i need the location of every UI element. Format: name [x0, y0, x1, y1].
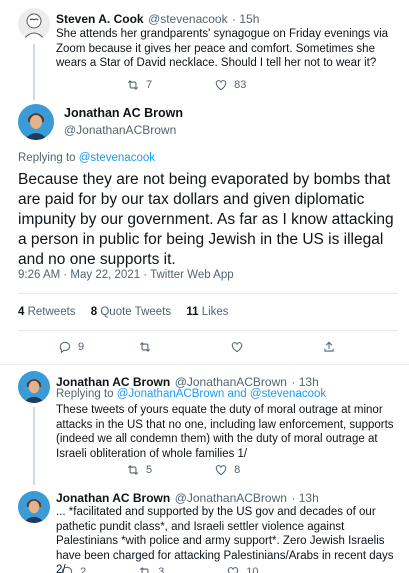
avatar-image: [18, 371, 50, 403]
reply-icon: [59, 341, 71, 354]
author-name[interactable]: Jonathan AC Brown: [56, 491, 170, 505]
reply-button[interactable]: 2: [60, 565, 86, 573]
retweet-count: 3: [158, 566, 165, 573]
reply-button[interactable]: 9: [58, 340, 84, 354]
reply-tweet[interactable]: Jonathan AC Brown @JonathanACBrown · 13h…: [0, 365, 409, 485]
replying-to-link[interactable]: @stevenacook: [79, 152, 155, 164]
retweet-count: 5: [146, 464, 153, 476]
retweets-stat[interactable]: 4 Retweets: [18, 306, 79, 318]
tweet-timestamp[interactable]: 9:26 AM · May 22, 2021 · Twitter Web App: [18, 269, 234, 281]
like-button[interactable]: 10: [226, 565, 259, 573]
thread-line: [33, 44, 35, 100]
retweets-count: 4: [18, 306, 25, 318]
tweet-actions: 2 3 10: [60, 565, 259, 573]
quotes-label: Quote Tweets: [100, 306, 172, 318]
retweet-button[interactable]: 7: [126, 78, 152, 92]
retweet-icon: [140, 567, 149, 573]
replying-to: Replying to @JonathanACBrown and @steven…: [56, 388, 326, 400]
tweet-text: These tweets of yours equate the duty of…: [56, 404, 394, 460]
replying-to-link[interactable]: @JonathanACBrown and @stevenacook: [117, 388, 326, 400]
author-name[interactable]: Jonathan AC Brown: [64, 106, 183, 120]
replying-label: Replying to: [56, 388, 114, 400]
avatar[interactable]: [18, 491, 50, 523]
author-handle[interactable]: @JonathanACBrown: [175, 491, 287, 505]
author-handle[interactable]: @JonathanACBrown: [175, 375, 287, 389]
likes-label: Likes: [201, 306, 229, 318]
like-count: 10: [246, 566, 259, 573]
retweet-count: 7: [146, 79, 153, 91]
heart-icon: [228, 567, 239, 573]
likes-stat[interactable]: 11 Likes: [186, 306, 228, 318]
reply-tweet[interactable]: Jonathan AC Brown @JonathanACBrown · 13h…: [0, 485, 409, 573]
tweet-actions: 5 8: [126, 463, 240, 477]
author-handle[interactable]: @stevenacook: [148, 12, 228, 26]
avatar-image: [18, 8, 50, 40]
avatar[interactable]: [18, 8, 50, 40]
divider: [18, 330, 398, 331]
like-count: 83: [234, 79, 247, 91]
heart-icon: [231, 342, 243, 353]
avatar[interactable]: [18, 371, 50, 403]
like-count: 8: [234, 464, 241, 476]
heart-icon: [215, 80, 227, 91]
divider: [18, 293, 398, 294]
author-name[interactable]: Steven A. Cook: [56, 12, 144, 26]
tweet-actions: 7 83: [126, 78, 246, 92]
replying-label: Replying to: [18, 152, 76, 164]
avatar[interactable]: [18, 104, 54, 140]
tweet-time[interactable]: · 15h: [232, 12, 259, 26]
tweet-text: ... *facilitated and supported by the US…: [56, 506, 394, 573]
retweet-button[interactable]: 3: [138, 565, 164, 573]
tweet-time[interactable]: · 13h: [291, 491, 318, 505]
retweet-icon: [140, 342, 151, 352]
avatar-image: [18, 491, 50, 523]
like-button[interactable]: [230, 340, 244, 354]
tweet-text: She attends her grandparents' synagogue …: [56, 28, 389, 69]
retweet-icon: [127, 80, 139, 90]
tweet-time[interactable]: · 13h: [291, 375, 318, 389]
avatar-image: [18, 104, 54, 140]
quotes-stat[interactable]: 8 Quote Tweets: [91, 306, 175, 318]
retweets-label: Retweets: [27, 306, 76, 318]
like-button[interactable]: 8: [214, 463, 240, 477]
retweet-icon: [127, 465, 139, 475]
retweet-button[interactable]: 5: [126, 463, 152, 477]
author-handle[interactable]: @JonathanACBrown: [64, 123, 183, 137]
quotes-count: 8: [90, 306, 98, 318]
parent-tweet[interactable]: Steven A. Cook @stevenacook · 15h She at…: [0, 0, 409, 100]
reply-count: 9: [78, 341, 85, 353]
replying-to: Replying to @stevenacook: [18, 152, 155, 164]
main-tweet-actions: 9: [58, 340, 336, 354]
reply-icon: [61, 566, 73, 573]
author-name[interactable]: Jonathan AC Brown: [56, 375, 170, 389]
main-tweet: Jonathan AC Brown @JonathanACBrown Reply…: [0, 100, 409, 365]
reply-count: 2: [80, 566, 87, 573]
retweet-button[interactable]: [138, 340, 152, 354]
tweet-stats: 4 Retweets 8 Quote Tweets 11 Likes: [18, 306, 229, 318]
thread-line: [33, 407, 35, 485]
main-tweet-text: Because they are not being evaporated by…: [18, 171, 394, 268]
share-button[interactable]: [322, 340, 336, 354]
like-button[interactable]: 83: [214, 78, 246, 92]
heart-icon: [215, 465, 227, 476]
share-icon: [324, 341, 334, 352]
likes-count: 11: [186, 306, 199, 318]
